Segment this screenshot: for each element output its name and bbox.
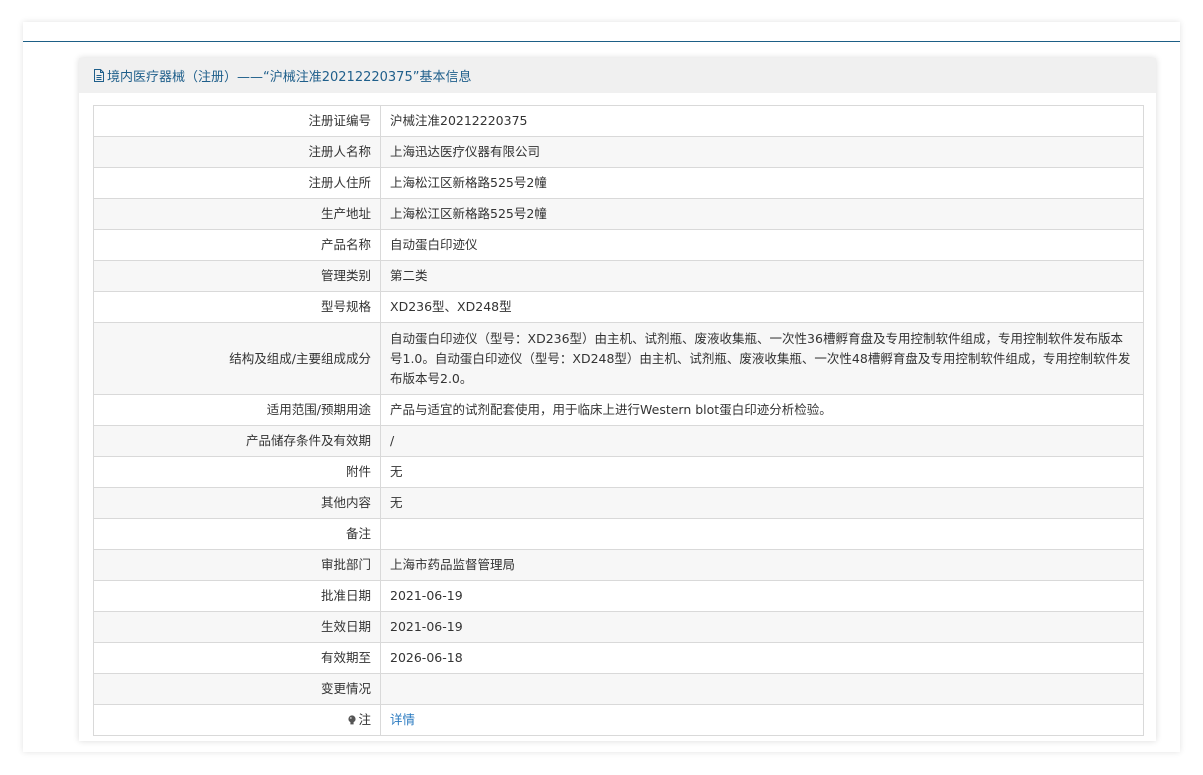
row-label: 注册人名称 xyxy=(93,136,381,168)
row-value: 无 xyxy=(380,456,1144,488)
row-value: 2021-06-19 xyxy=(380,580,1144,612)
info-table: 注册证编号 沪械注准20212220375 注册人名称 上海迅达医疗仪器有限公司… xyxy=(93,105,1144,736)
table-row: 注册人住所 上海松江区新格路525号2幢 xyxy=(93,167,1144,199)
table-row: 型号规格 XD236型、XD248型 xyxy=(93,291,1144,323)
table-row: 变更情况 xyxy=(93,673,1144,705)
row-value: 自动蛋白印迹仪 xyxy=(380,229,1144,261)
table-row: 管理类别 第二类 xyxy=(93,260,1144,292)
note-value-cell: 详情 xyxy=(380,704,1144,736)
row-value: 2021-06-19 xyxy=(380,611,1144,643)
row-label: 生产地址 xyxy=(93,198,381,230)
page-container: 境内医疗器械（注册）——“沪械注准20212220375”基本信息 注册证编号 … xyxy=(23,22,1180,752)
row-value: / xyxy=(380,425,1144,457)
row-label: 附件 xyxy=(93,456,381,488)
table-row-note: 注 详情 xyxy=(93,704,1144,736)
document-icon xyxy=(94,69,104,82)
row-value: 产品与适宜的试剂配套使用，用于临床上进行Western blot蛋白印迹分析检验… xyxy=(380,394,1144,426)
table-row: 注册人名称 上海迅达医疗仪器有限公司 xyxy=(93,136,1144,168)
row-value: 上海迅达医疗仪器有限公司 xyxy=(380,136,1144,168)
table-row: 审批部门 上海市药品监督管理局 xyxy=(93,549,1144,581)
top-divider xyxy=(23,41,1180,42)
row-label: 产品名称 xyxy=(93,229,381,261)
row-value: 上海市药品监督管理局 xyxy=(380,549,1144,581)
row-value: 无 xyxy=(380,487,1144,519)
row-label: 产品储存条件及有效期 xyxy=(93,425,381,457)
lightbulb-icon xyxy=(348,715,357,725)
note-label: 注 xyxy=(358,712,371,727)
table-row: 结构及组成/主要组成成分 自动蛋白印迹仪（型号：XD236型）由主机、试剂瓶、废… xyxy=(93,322,1144,395)
row-label: 注册人住所 xyxy=(93,167,381,199)
row-value: XD236型、XD248型 xyxy=(380,291,1144,323)
row-value: 2026-06-18 xyxy=(380,642,1144,674)
row-label: 审批部门 xyxy=(93,549,381,581)
details-link[interactable]: 详情 xyxy=(390,712,415,727)
row-value: 沪械注准20212220375 xyxy=(380,105,1144,137)
table-row: 备注 xyxy=(93,518,1144,550)
table-row: 生产地址 上海松江区新格路525号2幢 xyxy=(93,198,1144,230)
row-label: 管理类别 xyxy=(93,260,381,292)
row-value: 上海松江区新格路525号2幢 xyxy=(380,198,1144,230)
row-label: 备注 xyxy=(93,518,381,550)
row-label: 其他内容 xyxy=(93,487,381,519)
table-row: 附件 无 xyxy=(93,456,1144,488)
table-row: 注册证编号 沪械注准20212220375 xyxy=(93,105,1144,137)
row-label: 型号规格 xyxy=(93,291,381,323)
row-value: 第二类 xyxy=(380,260,1144,292)
table-row: 产品储存条件及有效期 / xyxy=(93,425,1144,457)
row-label: 适用范围/预期用途 xyxy=(93,394,381,426)
row-label: 变更情况 xyxy=(93,673,381,705)
table-row: 适用范围/预期用途 产品与适宜的试剂配套使用，用于临床上进行Western bl… xyxy=(93,394,1144,426)
row-label: 生效日期 xyxy=(93,611,381,643)
row-label: 批准日期 xyxy=(93,580,381,612)
row-value: 自动蛋白印迹仪（型号：XD236型）由主机、试剂瓶、废液收集瓶、一次性36槽孵育… xyxy=(380,322,1144,395)
info-panel: 境内医疗器械（注册）——“沪械注准20212220375”基本信息 注册证编号 … xyxy=(79,58,1156,741)
table-row: 批准日期 2021-06-19 xyxy=(93,580,1144,612)
row-value xyxy=(380,518,1144,550)
row-label: 注册证编号 xyxy=(93,105,381,137)
table-row: 产品名称 自动蛋白印迹仪 xyxy=(93,229,1144,261)
panel-header: 境内医疗器械（注册）——“沪械注准20212220375”基本信息 xyxy=(79,58,1156,93)
note-label-cell: 注 xyxy=(93,704,381,736)
table-row: 有效期至 2026-06-18 xyxy=(93,642,1144,674)
table-row: 其他内容 无 xyxy=(93,487,1144,519)
row-label: 有效期至 xyxy=(93,642,381,674)
row-label: 结构及组成/主要组成成分 xyxy=(93,322,381,395)
row-value: 上海松江区新格路525号2幢 xyxy=(380,167,1144,199)
row-value xyxy=(380,673,1144,705)
panel-title: 境内医疗器械（注册）——“沪械注准20212220375”基本信息 xyxy=(107,70,472,85)
table-row: 生效日期 2021-06-19 xyxy=(93,611,1144,643)
